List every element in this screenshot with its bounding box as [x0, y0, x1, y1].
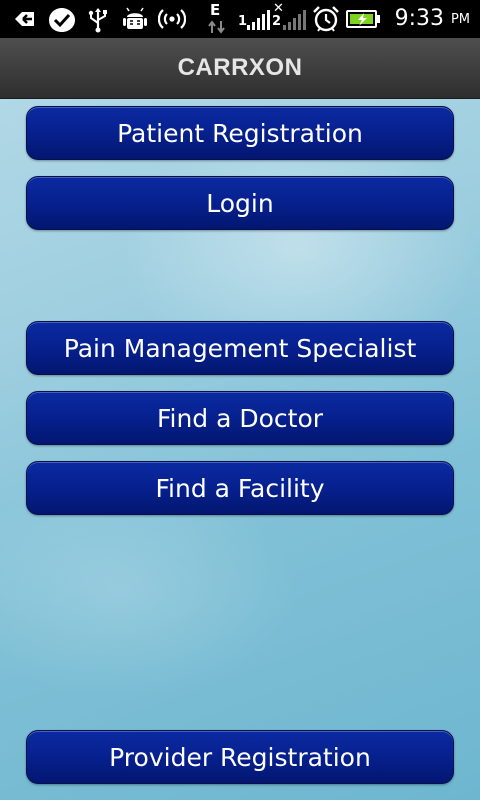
login-button[interactable]: Login: [26, 176, 454, 230]
signal-roaming-icon: ✕ 2: [272, 2, 310, 34]
provider-registration-button[interactable]: Provider Registration: [26, 730, 454, 784]
app-title-bar: CARRXON: [0, 38, 480, 99]
alarm-clock-icon: [312, 5, 340, 32]
android-debug-icon: [122, 7, 148, 31]
battery-charging-icon: [346, 9, 382, 33]
status-bar: E 1 ✕ 2 9:33 PM: [0, 0, 480, 38]
find-a-doctor-button[interactable]: Find a Doctor: [26, 391, 454, 445]
back-arrow-icon: [12, 7, 38, 31]
checkmark-badge-icon: [48, 7, 76, 32]
find-a-facility-button[interactable]: Find a Facility: [26, 461, 454, 515]
usb-icon: [86, 7, 110, 33]
signal-strength-icon: 1: [238, 7, 274, 31]
app-title: CARRXON: [177, 54, 303, 81]
app-screen: E 1 ✕ 2 9:33 PM CARRXON Patient Registra…: [0, 0, 480, 800]
pain-management-specialist-button[interactable]: Pain Management Specialist: [26, 321, 454, 375]
clock-ampm: PM: [450, 12, 470, 27]
data-edge-icon: E: [206, 2, 230, 36]
patient-registration-button[interactable]: Patient Registration: [26, 106, 454, 160]
wifi-hotspot-icon: [157, 7, 187, 31]
clock-time: 9:33: [394, 6, 444, 31]
